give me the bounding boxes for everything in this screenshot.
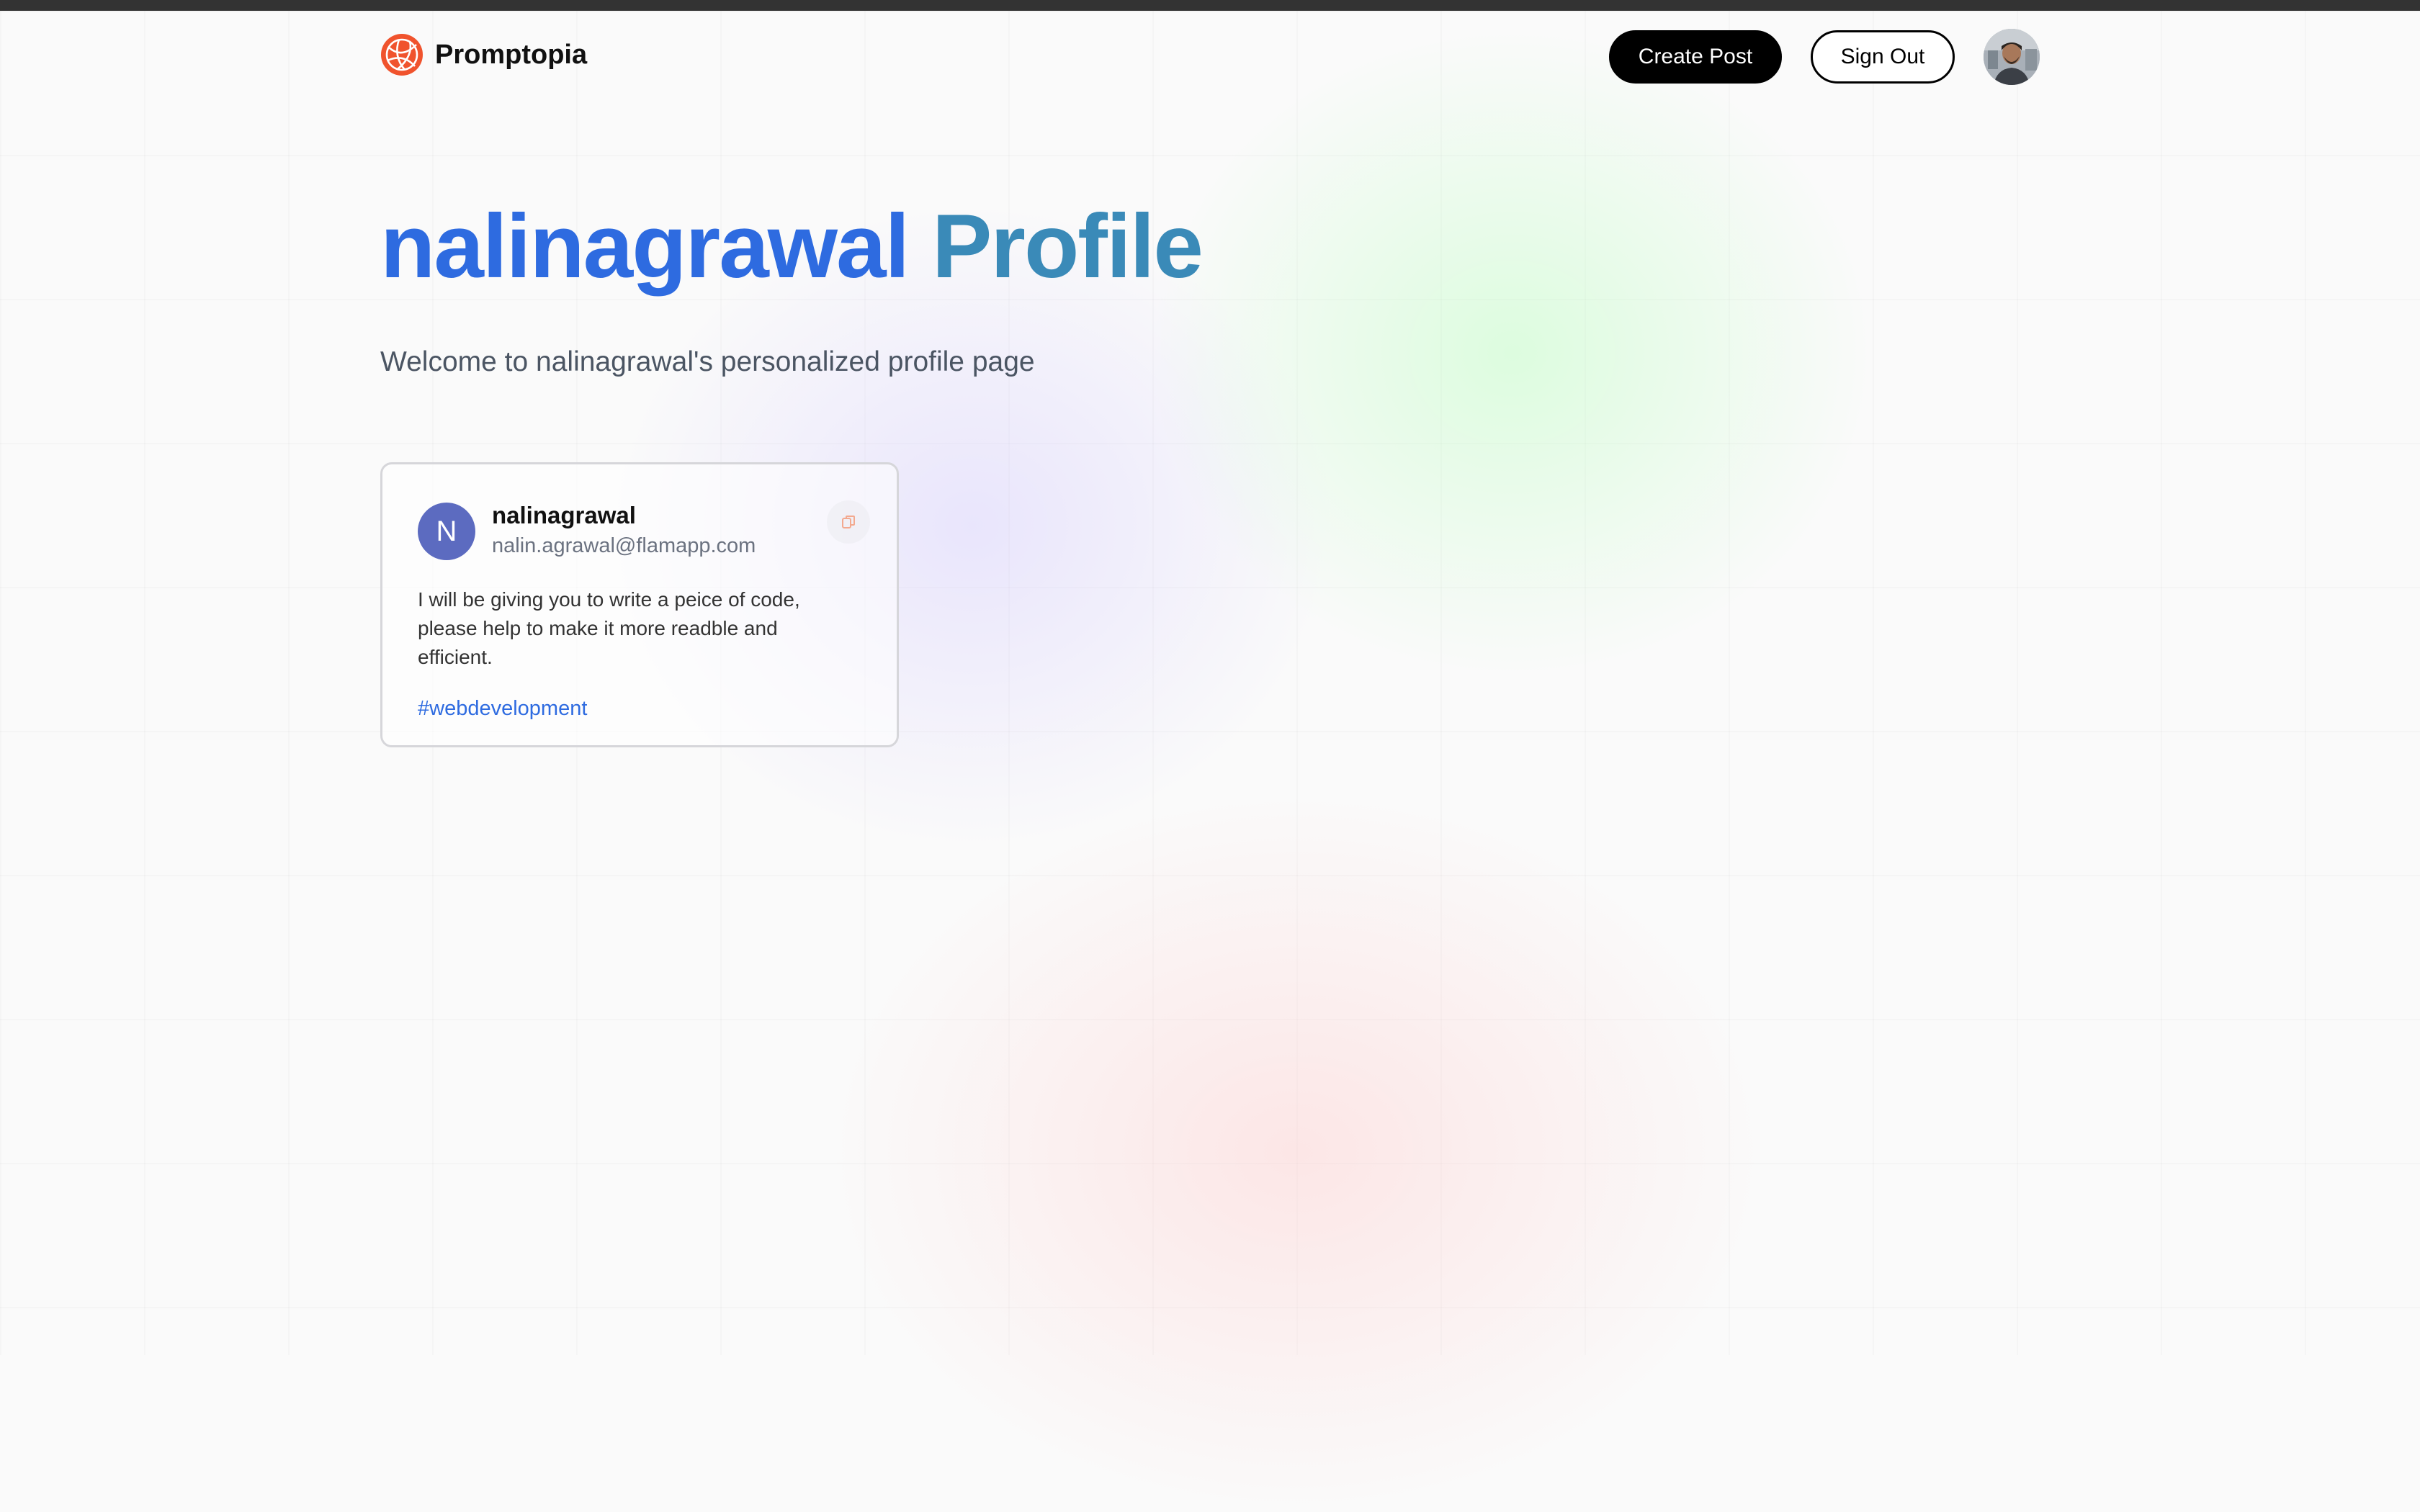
post-author-name[interactable]: nalinagrawal (492, 502, 636, 529)
background-gradient-green (1152, 29, 1873, 677)
prompt-text: I will be giving you to write a peice of… (418, 588, 800, 668)
prompt-tag[interactable]: #webdevelopment (418, 697, 587, 721)
profile-description: Welcome to nalinagrawal's personalized p… (380, 346, 1035, 377)
nav-actions: Create Post Sign Out (1609, 29, 2040, 85)
brand-name: Promptopia (435, 39, 588, 70)
post-author-avatar[interactable]: N (418, 503, 475, 560)
globe-logo-icon (381, 34, 423, 76)
create-post-button[interactable]: Create Post (1609, 30, 1782, 84)
copy-button[interactable] (827, 500, 870, 544)
user-avatar[interactable] (1984, 29, 2040, 85)
prompt-card: N nalinagrawal nalin.agrawal@flamapp.com… (380, 462, 899, 747)
browser-top-bar (0, 0, 2420, 11)
sign-out-button[interactable]: Sign Out (1811, 30, 1955, 84)
brand-link[interactable]: Promptopia (380, 29, 587, 81)
copy-icon (842, 516, 855, 528)
post-author-email: nalin.agrawal@flamapp.com (492, 534, 756, 557)
background-gradient-pink (828, 792, 1765, 1512)
profile-heading-username: nalinagrawal (380, 197, 910, 297)
profile-heading: nalinagrawal Profile (380, 193, 1204, 301)
navbar: Promptopia Create Post Sign Out (380, 29, 2040, 85)
profile-heading-suffix: Profile (931, 197, 1204, 297)
